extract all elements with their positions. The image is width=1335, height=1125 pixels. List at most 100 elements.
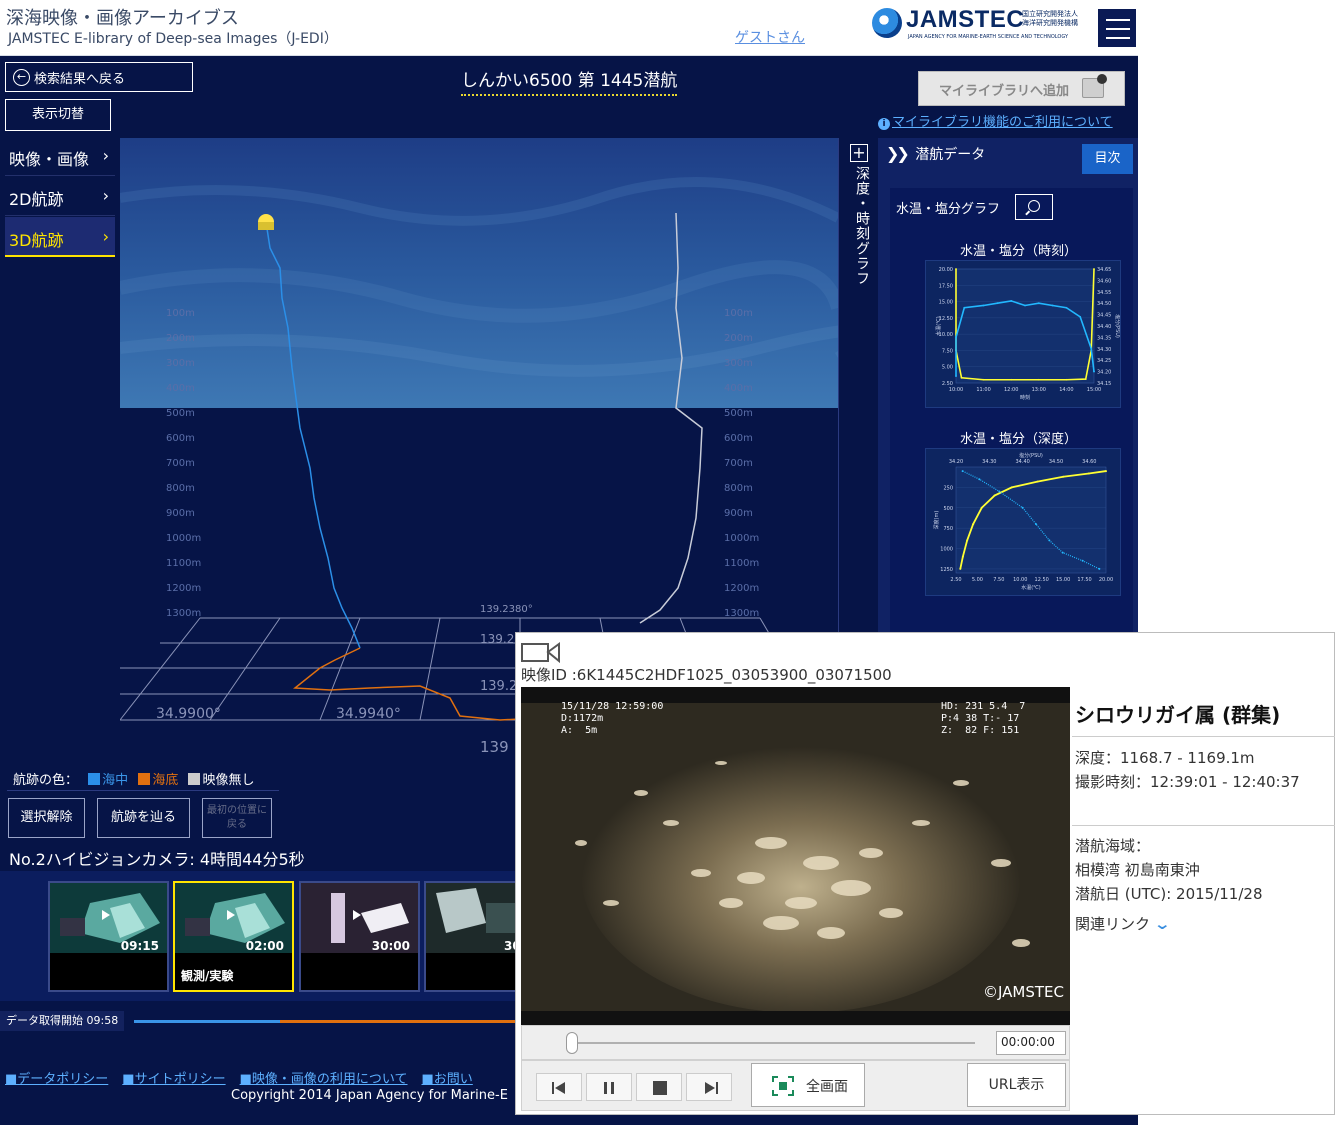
chart1-point-salt [1090,347,1093,350]
dive-data-header[interactable]: ❯❯ 潜航データ [886,144,985,164]
chart2-point-temp [961,555,964,558]
stop-button[interactable] [636,1073,682,1101]
depth-label-right: 100m [724,308,753,319]
depth-label-right: 700m [724,458,753,469]
reset-position-button[interactable]: 最初の位置に戻る [202,798,272,838]
step-back-button[interactable] [536,1073,582,1101]
chart2-point-salt [1048,539,1051,542]
chart-time[interactable]: 2.50 5.00 7.50 10.00 12.50 15.00 17.50 20.00 34.… [925,260,1121,408]
site-title-en[interactable]: JAMSTEC E-library of Deep-sea Images（J-E… [8,28,338,48]
timeline-seafloor-bar [280,1020,520,1023]
stop-icon [653,1081,667,1095]
dive-title[interactable]: しんかい6500 第 1445潜航 [461,66,678,96]
chart1-point-salt [955,375,957,378]
chevron-right-icon: › [102,227,109,246]
chart2-xtick: 10.00 [1013,577,1027,583]
follow-track-button[interactable]: 航跡を辿る [97,798,190,838]
chart2-x2tick: 34.50 [1049,459,1063,465]
view-switch-button[interactable]: 表示切替 [5,99,111,131]
depth-label-left: 100m [166,308,195,319]
chart2-x2tick: 34.40 [1016,459,1030,465]
legend-no-video-label: 映像無し [202,773,255,788]
add-to-mylibrary-button[interactable]: マイライブラリへ追加 [918,71,1125,106]
legend-seafloor-label: 海底 [152,773,179,788]
longitude-label: 139.2 [480,679,518,694]
track-color-legend: 航跡の色： 海中 海底 映像無し [7,763,279,791]
step-back-icon [552,1082,565,1094]
chart2-point-salt [1061,551,1064,554]
chart1-y2tick: 34.35 [1097,335,1111,341]
chevron-down-icon: ⌄ [1153,915,1172,933]
footer-link-data-policy[interactable]: ■データポリシー [5,1072,108,1087]
divider [1072,825,1335,826]
chart1-point-temp [1084,378,1087,380]
back-to-results-button[interactable]: ← 検索結果へ戻る [5,62,193,92]
chart2-ytick: 1000 [940,547,953,553]
chart1-ytick: 17.50 [939,283,953,289]
video-thumbnail-selected[interactable]: 02:00 観測/実験 [173,881,294,992]
show-url-button[interactable]: URL表示 [967,1063,1066,1107]
video-thumbnail[interactable]: 30:00 [299,881,420,992]
depth-label-left: 1100m [166,558,202,569]
chart1-xtick: 10:00 [949,387,963,393]
video-info-panel: シロウリガイ属 (群集) 深度：1168.7 - 1169.1m 撮影時刻：12… [1072,687,1335,1087]
chart1-plot-area [955,268,1095,384]
footer-link-contact[interactable]: ■お問い [422,1072,473,1087]
chart-depth-svg: 250 500 750 1000 1250 2.50 5.00 7.50 10.00 12.50 1… [933,452,1113,591]
library-pin-icon [1082,74,1107,98]
depth-label-left: 600m [166,433,195,444]
chart1-y2tick: 34.45 [1097,313,1111,319]
sidebar-item-label: 3D航跡 [9,231,64,250]
chart2-point-salt [961,470,964,473]
chart2-point-salt [1035,523,1037,526]
video-thumbnail[interactable]: 09:15 [48,881,169,992]
scrub-track[interactable] [570,1042,975,1044]
chart2-x2label: 塩分(PSU) [1019,452,1043,459]
chart1-y2tick: 34.65 [1097,267,1111,273]
video-thumbnail[interactable]: 30 [424,881,524,992]
chart2-point-temp [966,539,969,542]
video-scrubber[interactable]: 00:00:00 [521,1025,1070,1060]
related-links-toggle[interactable]: 関連リンク ⌄ [1075,913,1172,934]
jamstec-logo[interactable]: JAMSTEC 国立研究開発法人 海洋研究開発機構 JAPAN AGENCY FO… [872,6,1092,46]
chart1-xtick: 15:00 [1087,387,1101,393]
pause-button[interactable] [586,1073,632,1101]
scrub-handle[interactable] [566,1032,578,1054]
chart2-point-temp [993,494,996,497]
sidebar-item-3d-track[interactable]: 3D航跡 › [5,217,115,257]
jamstec-logo-word: JAMSTEC [906,6,1025,33]
legend-swatch-no-video [188,773,201,785]
step-forward-button[interactable] [686,1073,732,1101]
time-input[interactable]: 00:00:00 [996,1031,1066,1055]
sidebar-item-2d-track[interactable]: 2D航跡 › [5,176,115,216]
timeline-midwater-bar [134,1020,280,1023]
chart1-point-temp [982,378,985,381]
chart-depth[interactable]: 250 500 750 1000 1250 2.50 5.00 7.50 10.00 12.50 1… [925,448,1121,596]
graph-section-title: 水温・塩分グラフ [896,202,1001,217]
dive-area: 相模湾 初島南東沖 [1075,861,1200,879]
video-popup: 映像ID :6K1445C2HDF1025_03053900_03071500 [515,632,1335,1115]
guest-user-link[interactable]: ゲストさん [735,27,805,47]
depth-label-left: 300m [166,358,195,369]
video-player[interactable]: 15/11/28 12:59:00 D:1172m A: 5m HD: 231 … [521,687,1070,1025]
chart1-y2tick: 34.40 [1097,324,1111,330]
site-title-ja[interactable]: 深海映像・画像アーカイブス [6,4,239,30]
chart1-ytick: 20.00 [939,267,953,273]
pause-icon [604,1082,614,1094]
footer-link-site-policy[interactable]: ■サイトポリシー [122,1072,225,1087]
zoom-in-button[interactable] [1015,194,1053,220]
video-id: 映像ID :6K1445C2HDF1025_03053900_03071500 [521,666,892,684]
mylibrary-info-link[interactable]: i マイライブラリ機能のご利用について [878,111,1113,130]
deselect-button[interactable]: 選択解除 [8,798,85,838]
latitude-label: 34.9940° [336,706,401,722]
sidebar-item-video-image[interactable]: 映像・画像 › [5,136,115,176]
plus-icon[interactable]: + [850,144,868,162]
magnifier-icon [1028,200,1040,212]
hamburger-menu-button[interactable] [1097,8,1137,48]
chart1-ytick: 7.50 [942,348,953,354]
depth-range: 深度：1168.7 - 1169.1m [1075,749,1255,767]
toc-button[interactable]: 目次 [1082,144,1133,174]
chart1-xlabel: 時刻 [1020,394,1030,401]
footer-link-usage[interactable]: ■映像・画像の利用について [240,1072,408,1087]
fullscreen-button[interactable]: 全画面 [751,1063,865,1107]
